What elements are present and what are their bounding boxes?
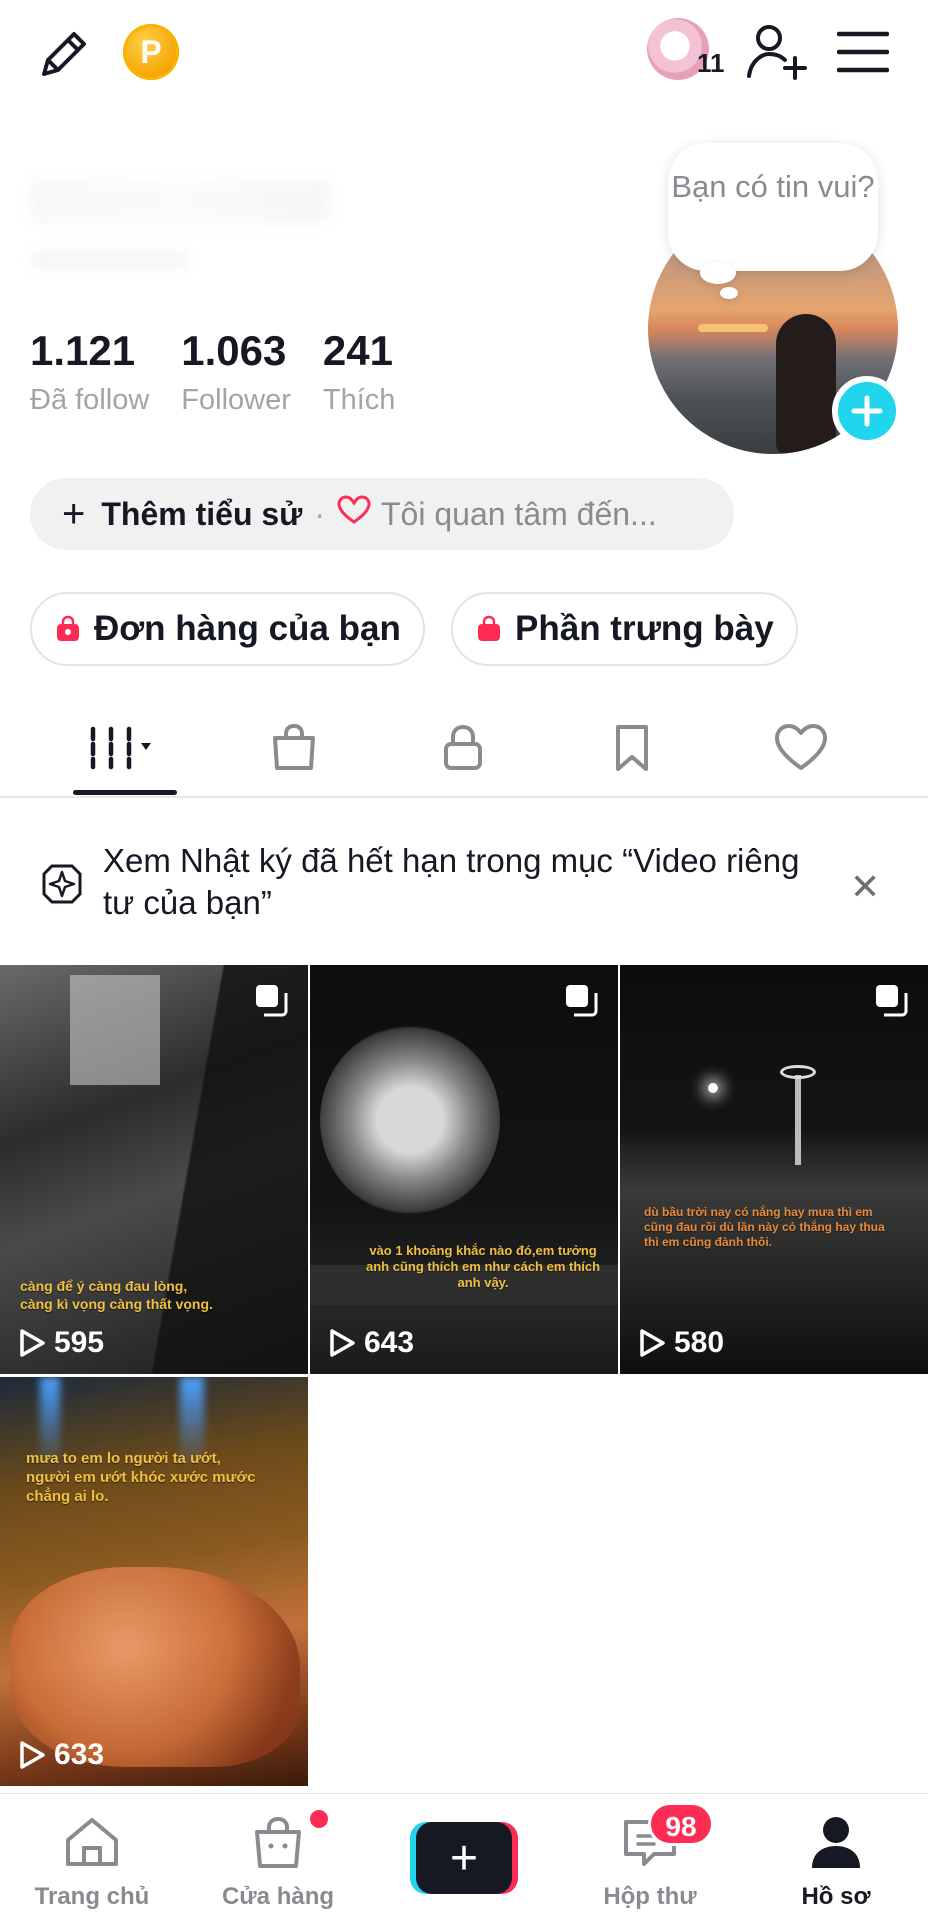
multi-photo-icon [566,985,598,1017]
grid-icon [90,726,151,770]
likes-count: 241 [322,327,393,374]
bio-pill[interactable]: + Thêm tiểu sử · Tôi quan tâm đến... [30,478,734,550]
notice-text: Xem Nhật ký đã hết hạn trong mục “Video … [103,842,800,921]
nav-shop-label: Cửa hàng [221,1883,335,1910]
tab-liked[interactable] [751,718,851,778]
coin-letter: P [140,33,162,70]
view-count-value: 643 [364,1326,415,1359]
nav-home[interactable]: Trang chủ [17,1814,167,1911]
add-friend-icon[interactable] [744,20,810,84]
view-count-value: 580 [674,1326,725,1359]
menu-icon[interactable] [836,28,890,76]
plus-icon [851,395,883,427]
shopping-bag-icon [255,1816,301,1868]
view-count: 595 [18,1326,104,1360]
video-caption: dù bầu trời nay có nắng hay mưa thì em c… [644,1205,885,1249]
followers-label: Follower [181,384,291,416]
handle-blurred [30,250,190,270]
profile-icon [812,1817,860,1868]
likes-stat[interactable]: 241 Thích [323,330,396,417]
nav-shop[interactable]: Cửa hàng [203,1814,353,1911]
close-icon[interactable]: ✕ [850,866,880,908]
profile-stats: 1.121 Đã follow 1.063 Follower 241 Thích [30,330,395,417]
view-count-value: 595 [54,1326,105,1359]
active-tab-indicator [73,790,177,795]
interest-placeholder[interactable]: Tôi quan tâm đến... [381,496,657,533]
status-bubble[interactable]: Bạn có tin vui? [668,143,878,271]
sparkle-icon [40,862,84,911]
friends-count: 11 [697,48,725,78]
play-icon [640,1329,665,1357]
tab-favorites[interactable] [582,718,682,778]
bottom-navigation: Trang chủ Cửa hàng + Hộp thư 98 Hồ sơ [0,1793,928,1920]
video-caption: vào 1 khoảng khắc nào đó,em tưởng anh cũ… [366,1243,601,1290]
bio-separator: · [314,495,325,532]
create-plus: + [416,1822,512,1894]
view-count-value: 633 [54,1738,105,1771]
shop-notification-dot [310,1810,328,1828]
nav-inbox-label: Hộp thư [603,1883,697,1910]
following-stat[interactable]: 1.121 Đã follow [30,330,149,417]
following-count: 1.121 [30,327,136,374]
orders-chip[interactable]: Đơn hàng của bạn [30,592,425,666]
video-caption: càng để ý càng đau lòng, càng kì vọng cà… [20,1278,213,1312]
heart-icon [337,495,371,533]
nav-home-label: Trang chủ [34,1883,150,1910]
heart-icon [775,724,827,770]
video-thumbnail[interactable]: càng để ý càng đau lòng, càng kì vọng cà… [0,965,308,1374]
expired-stories-notice[interactable]: Xem Nhật ký đã hết hạn trong mục “Video … [0,820,928,950]
tab-shop[interactable] [244,718,344,778]
shopping-bag-icon [478,615,500,641]
edit-pencil-icon[interactable] [34,24,94,84]
top-bar: P 11 [0,0,928,110]
content-tabs [0,702,928,798]
multi-photo-icon [876,985,908,1017]
add-bio-label[interactable]: Thêm tiểu sử [101,496,302,533]
bookmark-icon [616,725,648,771]
shopping-bag-icon [273,723,315,770]
shopping-bag-icon [57,615,79,641]
video-caption: mưa to em lo người ta ướt, người em ướt … [26,1450,256,1505]
showcase-chip[interactable]: Phần trưng bày [451,592,798,666]
nav-profile[interactable]: Hồ sơ [761,1814,911,1911]
view-count: 643 [328,1326,414,1360]
likes-label: Thích [322,384,396,416]
video-thumbnail[interactable]: vào 1 khoảng khắc nào đó,em tưởng anh cũ… [310,965,618,1374]
video-thumbnail[interactable]: dù bầu trời nay có nắng hay mưa thì em c… [620,965,928,1374]
plus-icon: + [62,492,86,536]
multi-photo-icon [256,985,288,1017]
view-count: 633 [18,1738,104,1772]
following-label: Đã follow [30,384,150,416]
play-icon [20,1329,45,1357]
username-blurred [30,180,330,224]
play-icon [20,1741,45,1769]
tab-private[interactable] [413,718,513,778]
play-icon [330,1329,355,1357]
followers-count: 1.063 [181,327,287,374]
view-count: 580 [638,1326,724,1360]
create-button[interactable]: + [410,1822,518,1894]
coin-icon[interactable]: P [123,24,179,80]
video-thumbnail[interactable]: mưa to em lo người ta ướt, người em ướt … [0,1377,308,1786]
orders-label: Đơn hàng của bạn [94,609,401,648]
add-story-button[interactable] [832,376,902,446]
bubble-tail-small [720,287,738,299]
home-icon [66,1818,118,1866]
followers-stat[interactable]: 1.063 Follower [181,330,291,417]
showcase-label: Phần trưng bày [515,609,774,648]
bubble-tail [700,262,736,284]
nav-profile-label: Hồ sơ [801,1883,871,1910]
tab-videos[interactable] [75,718,175,778]
inbox-badge: 98 [648,1802,714,1846]
lock-icon [444,724,482,770]
